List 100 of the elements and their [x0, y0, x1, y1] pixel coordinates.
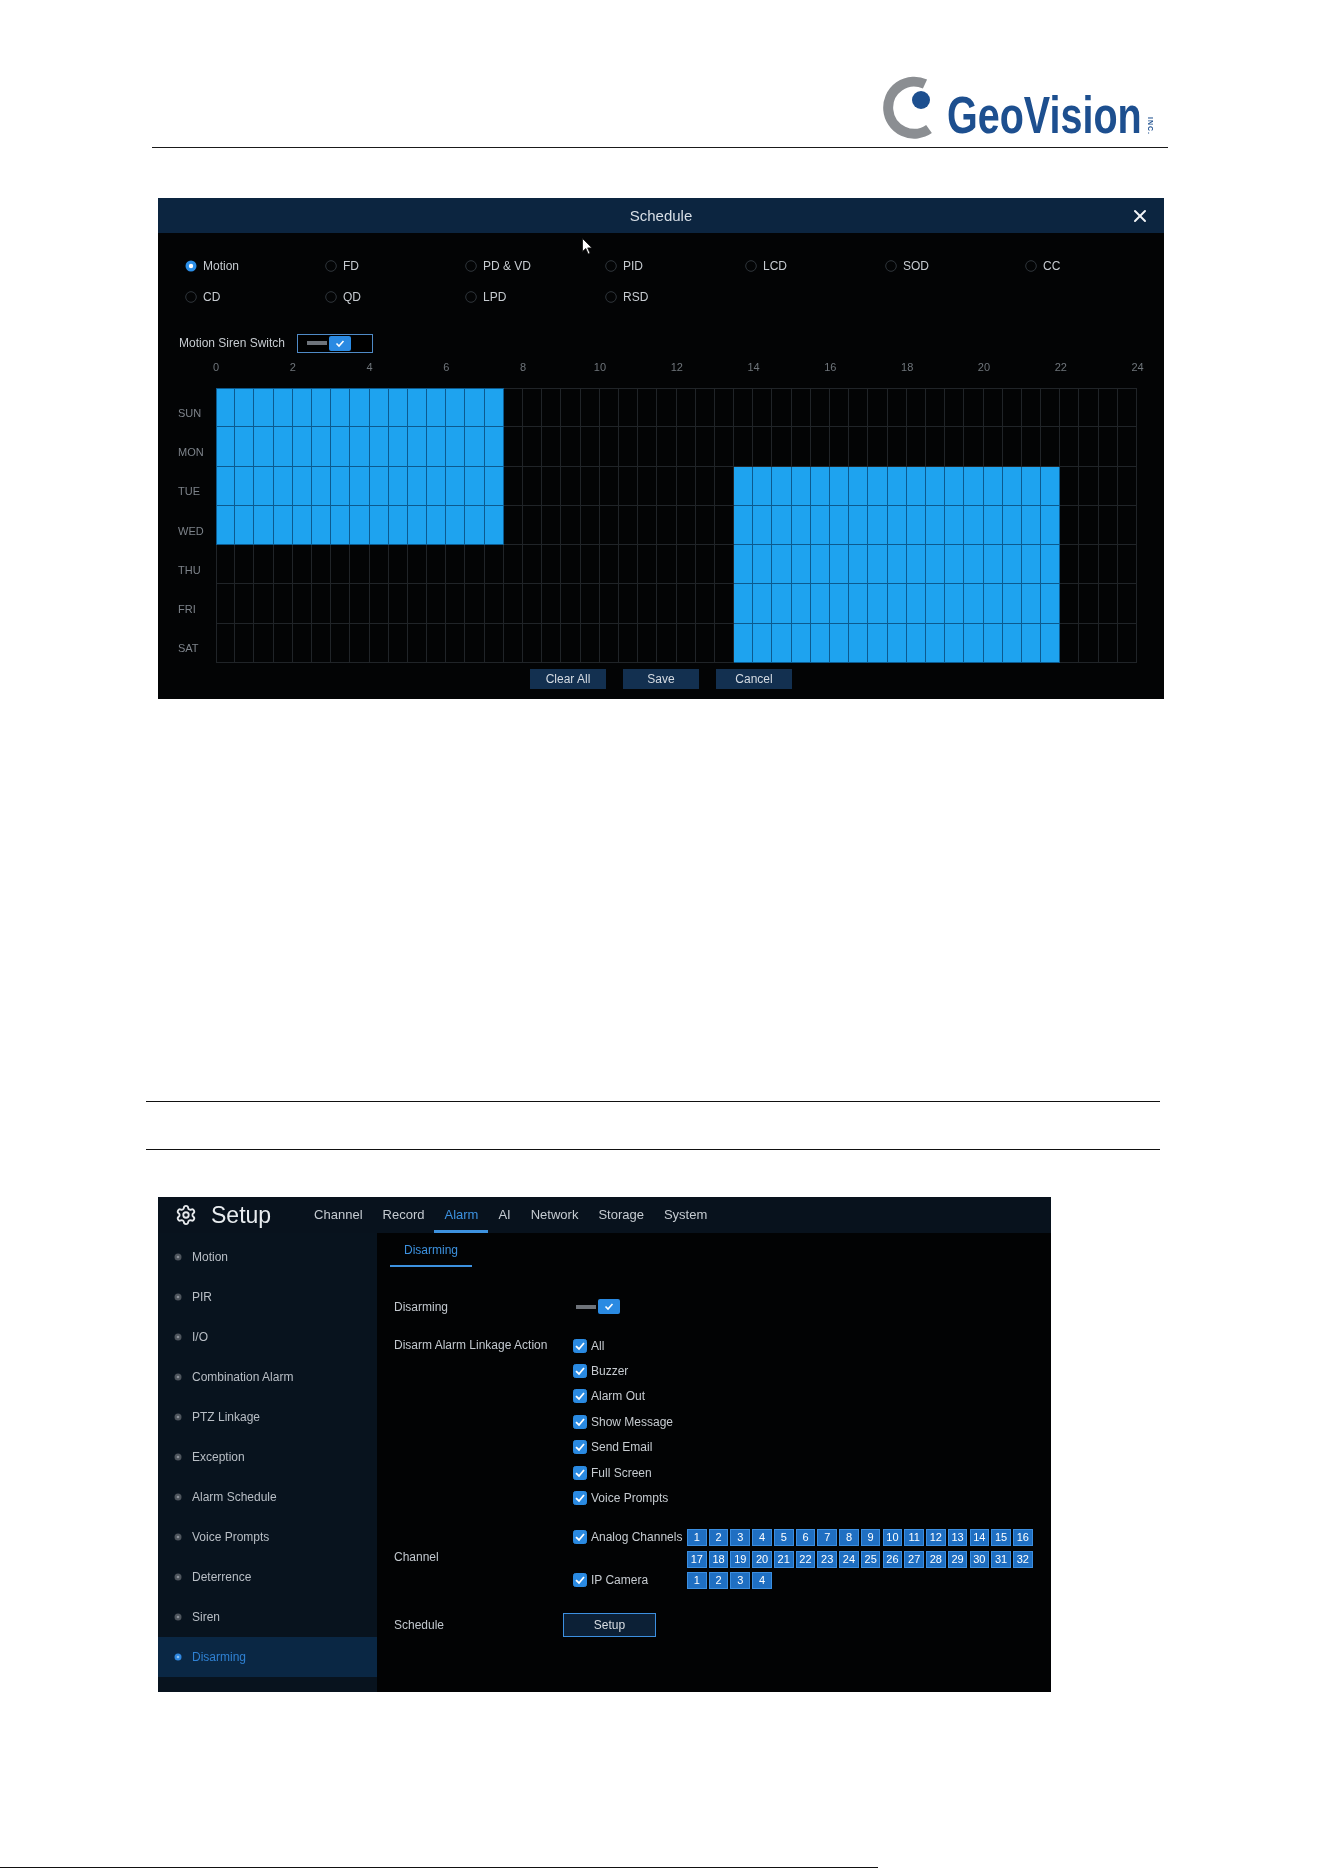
schedule-cell[interactable] — [446, 505, 466, 546]
channel-number-button[interactable]: 11 — [904, 1528, 924, 1546]
channel-number-button[interactable]: 2 — [708, 1528, 729, 1546]
channel-number-button[interactable]: 9 — [860, 1528, 881, 1546]
schedule-cell[interactable] — [561, 545, 581, 585]
schedule-cell[interactable] — [1079, 545, 1099, 585]
schedule-cell[interactable] — [983, 427, 1003, 467]
schedule-cell[interactable] — [1002, 388, 1022, 428]
schedule-cell[interactable] — [657, 388, 677, 428]
schedule-cell[interactable] — [273, 545, 293, 585]
radio-button[interactable] — [465, 290, 477, 303]
schedule-cell[interactable] — [350, 466, 370, 506]
schedule-cell[interactable] — [388, 545, 408, 585]
schedule-cell[interactable] — [446, 388, 466, 428]
schedule-cell[interactable] — [964, 545, 984, 585]
schedule-cell[interactable] — [216, 466, 236, 506]
schedule-cell[interactable] — [561, 388, 581, 428]
schedule-cell[interactable] — [734, 623, 754, 664]
schedule-cell[interactable] — [618, 505, 639, 546]
schedule-cell[interactable] — [657, 427, 677, 467]
radio-button[interactable] — [605, 259, 617, 272]
schedule-cell[interactable] — [350, 388, 370, 428]
schedule-cell[interactable] — [580, 623, 600, 664]
schedule-cell[interactable] — [868, 623, 888, 664]
schedule-cell[interactable] — [618, 388, 639, 428]
schedule-cell[interactable] — [484, 623, 504, 664]
schedule-cell[interactable] — [1041, 466, 1061, 506]
schedule-cell[interactable] — [945, 623, 965, 664]
schedule-cell[interactable] — [1079, 427, 1099, 467]
menu-tab[interactable]: Network — [520, 1197, 589, 1233]
schedule-cell[interactable] — [772, 584, 792, 624]
schedule-cell[interactable] — [868, 505, 888, 546]
schedule-cell[interactable] — [714, 427, 735, 467]
menu-tab[interactable]: Channel — [304, 1197, 373, 1233]
schedule-cell[interactable] — [945, 584, 965, 624]
schedule-cell[interactable] — [695, 584, 715, 624]
channel-number-button[interactable]: 29 — [947, 1550, 968, 1568]
schedule-cell[interactable] — [599, 584, 619, 624]
schedule-cell[interactable] — [1060, 388, 1080, 428]
schedule-cell[interactable] — [772, 545, 792, 585]
schedule-cell[interactable] — [734, 466, 754, 506]
checkbox[interactable] — [573, 1530, 587, 1545]
schedule-cell[interactable] — [657, 466, 677, 506]
channel-number-button[interactable]: 27 — [904, 1550, 924, 1568]
schedule-cell[interactable] — [964, 505, 984, 546]
radio-button[interactable] — [185, 259, 197, 272]
schedule-cell[interactable] — [427, 388, 447, 428]
schedule-cell[interactable] — [849, 427, 869, 467]
schedule-cell[interactable] — [254, 388, 274, 428]
schedule-cell[interactable] — [350, 427, 370, 467]
schedule-cell[interactable] — [734, 545, 754, 585]
channel-number-button[interactable]: 10 — [882, 1528, 903, 1546]
schedule-cell[interactable] — [523, 584, 543, 624]
schedule-cell[interactable] — [465, 584, 485, 624]
channel-number-button[interactable]: 4 — [752, 1528, 772, 1546]
schedule-cell[interactable] — [561, 427, 581, 467]
schedule-cell[interactable] — [753, 505, 773, 546]
schedule-cell[interactable] — [849, 584, 869, 624]
schedule-cell[interactable] — [925, 388, 946, 428]
channel-number-button[interactable]: 1 — [687, 1571, 707, 1589]
schedule-cell[interactable] — [1041, 623, 1061, 664]
schedule-cell[interactable] — [1002, 427, 1022, 467]
schedule-cell[interactable] — [830, 505, 850, 546]
schedule-cell[interactable] — [446, 427, 466, 467]
schedule-cell[interactable] — [1098, 584, 1118, 624]
schedule-cell[interactable] — [1117, 505, 1137, 546]
schedule-cell[interactable] — [714, 388, 735, 428]
schedule-cell[interactable] — [830, 427, 850, 467]
schedule-cell[interactable] — [407, 545, 428, 585]
channel-number-button[interactable]: 1 — [687, 1528, 707, 1546]
schedule-cell[interactable] — [580, 505, 600, 546]
schedule-cell[interactable] — [983, 388, 1003, 428]
schedule-cell[interactable] — [369, 623, 389, 664]
channel-number-button[interactable]: 14 — [969, 1528, 990, 1546]
schedule-cell[interactable] — [542, 584, 562, 624]
schedule-cell[interactable] — [868, 388, 888, 428]
schedule-cell[interactable] — [465, 466, 485, 506]
schedule-cell[interactable] — [753, 388, 773, 428]
schedule-cell[interactable] — [561, 584, 581, 624]
schedule-cell[interactable] — [235, 584, 255, 624]
channel-number-button[interactable]: 32 — [1013, 1550, 1033, 1568]
schedule-cell[interactable] — [1060, 427, 1080, 467]
schedule-cell[interactable] — [1098, 427, 1118, 467]
schedule-cell[interactable] — [830, 388, 850, 428]
schedule-cell[interactable] — [235, 466, 255, 506]
schedule-cell[interactable] — [599, 623, 619, 664]
channel-number-button[interactable]: 26 — [882, 1550, 903, 1568]
schedule-cell[interactable] — [638, 545, 658, 585]
schedule-cell[interactable] — [273, 584, 293, 624]
schedule-cell[interactable] — [235, 545, 255, 585]
schedule-cell[interactable] — [254, 466, 274, 506]
schedule-cell[interactable] — [427, 427, 447, 467]
schedule-cell[interactable] — [676, 545, 696, 585]
schedule-cell[interactable] — [734, 584, 754, 624]
schedule-cell[interactable] — [484, 545, 504, 585]
schedule-cell[interactable] — [331, 388, 351, 428]
schedule-cell[interactable] — [503, 466, 523, 506]
schedule-cell[interactable] — [618, 584, 639, 624]
schedule-cell[interactable] — [676, 505, 696, 546]
radio-button[interactable] — [185, 290, 197, 303]
